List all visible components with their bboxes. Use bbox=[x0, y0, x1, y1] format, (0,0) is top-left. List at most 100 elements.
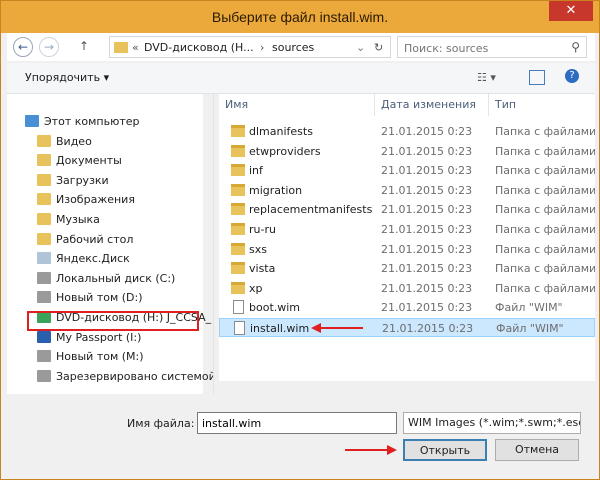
annotation-highlight-box bbox=[27, 311, 199, 331]
desktop-folder-icon bbox=[37, 232, 51, 245]
downloads-folder-icon bbox=[37, 173, 51, 186]
sidebar-item[interactable]: Документы bbox=[37, 151, 122, 171]
drive-icon bbox=[37, 350, 51, 363]
column-header-type[interactable]: Тип bbox=[489, 94, 595, 116]
folder-icon bbox=[231, 242, 245, 255]
video-folder-icon bbox=[37, 134, 51, 147]
file-date: 21.01.2015 0:23 bbox=[381, 125, 473, 138]
folder-icon bbox=[114, 42, 128, 53]
title-bar[interactable]: Выберите файл install.wim. ✕ bbox=[1, 1, 599, 33]
sidebar-item[interactable]: Зарезервировано системой bbox=[37, 367, 214, 387]
column-header-date[interactable]: Дата изменения bbox=[375, 94, 489, 116]
help-icon[interactable]: ? bbox=[565, 69, 579, 83]
close-button[interactable]: ✕ bbox=[549, 1, 593, 21]
file-date: 21.01.2015 0:23 bbox=[381, 223, 473, 236]
sidebar-item-label: Зарезервировано системой bbox=[56, 369, 214, 383]
computer-icon bbox=[25, 115, 39, 127]
file-date: 21.01.2015 0:23 bbox=[381, 301, 473, 315]
address-prefix[interactable]: « bbox=[132, 41, 139, 54]
file-row[interactable]: migration 21.01.2015 0:23 Папка с файлами bbox=[219, 181, 595, 200]
sidebar-item[interactable]: Рабочий стол bbox=[37, 230, 133, 250]
annotation-arrow-open bbox=[345, 449, 389, 451]
dropdown-chevron-icon[interactable]: ⌄ bbox=[356, 41, 365, 54]
file-type: Папка с файлами bbox=[495, 183, 595, 197]
file-row[interactable]: vista 21.01.2015 0:23 Папка с файлами bbox=[219, 259, 595, 278]
file-type: Папка с файлами bbox=[495, 281, 595, 295]
file-row[interactable]: boot.wim 21.01.2015 0:23 Файл "WIM" bbox=[219, 298, 595, 317]
file-row[interactable]: ru-ru 21.01.2015 0:23 Папка с файлами bbox=[219, 220, 595, 239]
view-options-icon[interactable]: ☷ ▾ bbox=[477, 71, 496, 84]
sidebar-item[interactable]: Видео bbox=[37, 132, 92, 152]
open-button[interactable]: Открыть bbox=[403, 439, 487, 461]
address-segment-drive[interactable]: DVD-дисковод (H... bbox=[144, 41, 254, 54]
filename-input[interactable] bbox=[197, 412, 397, 434]
sidebar-item[interactable]: Новый том (D:) bbox=[37, 288, 143, 308]
file-row[interactable]: replacementmanifests 21.01.2015 0:23 Папка… bbox=[219, 200, 595, 219]
sidebar-item-label: Загрузки bbox=[56, 173, 109, 187]
file-name: xp bbox=[249, 281, 263, 295]
file-row[interactable]: install.wim 21.01.2015 0:23 Файл "WIM" bbox=[219, 318, 595, 337]
annotation-arrowhead-file bbox=[311, 323, 321, 333]
forward-arrow-icon: → bbox=[43, 40, 55, 54]
sidebar-item-label: Новый том (D:) bbox=[56, 291, 143, 305]
file-name: migration bbox=[249, 183, 303, 197]
sidebar-item[interactable]: Локальный диск (C:) bbox=[37, 269, 175, 289]
sidebar-item-label: Рабочий стол bbox=[56, 232, 134, 246]
file-icon bbox=[233, 300, 244, 315]
folder-icon bbox=[231, 183, 245, 196]
pictures-folder-icon bbox=[37, 193, 51, 206]
filetype-select[interactable]: WIM Images (*.wim;*.swm;*.esd) bbox=[403, 412, 581, 434]
folder-icon bbox=[231, 125, 245, 137]
address-separator[interactable]: › bbox=[260, 41, 264, 54]
sidebar-item[interactable]: Этот компьютер bbox=[25, 112, 140, 132]
back-button[interactable]: ← bbox=[13, 37, 33, 57]
file-date: 21.01.2015 0:23 bbox=[382, 322, 474, 335]
navigation-pane: Этот компьютер Видео Документы Загрузки Изоб… bbox=[7, 94, 214, 394]
drive-icon bbox=[37, 291, 51, 304]
file-type: Папка с файлами bbox=[495, 125, 595, 138]
file-row[interactable]: etwproviders 21.01.2015 0:23 Папка с файла… bbox=[219, 142, 595, 161]
sidebar-item[interactable]: Музыка bbox=[37, 210, 100, 230]
file-date: 21.01.2015 0:23 bbox=[381, 281, 473, 295]
sidebar-item-label: Музыка bbox=[56, 213, 100, 226]
folder-icon bbox=[231, 203, 245, 216]
preview-pane-icon[interactable] bbox=[529, 70, 545, 85]
sidebar-item[interactable]: Яндекс.Диск bbox=[37, 249, 130, 269]
forward-button[interactable]: → bbox=[39, 37, 59, 57]
address-bar[interactable]: « DVD-дисковод (H... › sources ⌄ ↻ bbox=[109, 36, 391, 58]
file-row[interactable]: dlmanifests 21.01.2015 0:23 Папка с файлам… bbox=[219, 122, 595, 141]
organize-button[interactable]: Упорядочить ▾ bbox=[25, 71, 109, 84]
sidebar-scrollbar[interactable] bbox=[203, 94, 213, 394]
folder-icon bbox=[231, 223, 245, 235]
sidebar-item-label: Этот компьютер bbox=[44, 115, 140, 128]
sidebar-item-label: Документы bbox=[56, 154, 122, 168]
file-name: ru-ru bbox=[249, 223, 276, 236]
folder-icon bbox=[231, 144, 245, 157]
horizontal-scrollbar[interactable] bbox=[219, 381, 595, 395]
sidebar-item-label: My Passport (I:) bbox=[56, 330, 142, 344]
file-date: 21.01.2015 0:23 bbox=[381, 183, 473, 197]
toolbar: Упорядочить ▾ ☷ ▾ ? bbox=[7, 63, 595, 94]
search-input[interactable] bbox=[402, 39, 556, 57]
up-button[interactable]: ↑ bbox=[79, 39, 89, 53]
back-arrow-icon: ← bbox=[17, 40, 29, 54]
search-icon[interactable]: ⚲ bbox=[571, 40, 580, 54]
file-name: sxs bbox=[249, 242, 267, 256]
file-row[interactable]: inf 21.01.2015 0:23 Папка с файлами bbox=[219, 161, 595, 180]
file-row[interactable]: xp 21.01.2015 0:23 Папка с файлами bbox=[219, 279, 595, 298]
address-segment-folder[interactable]: sources bbox=[272, 41, 314, 54]
annotation-arrowhead-open bbox=[387, 445, 397, 455]
refresh-icon[interactable]: ↻ bbox=[374, 41, 383, 54]
sidebar-item[interactable]: Изображения bbox=[37, 190, 135, 210]
file-row[interactable]: sxs 21.01.2015 0:23 Папка с файлами bbox=[219, 240, 595, 259]
column-header-name[interactable]: Имя bbox=[219, 94, 375, 116]
sidebar-item[interactable]: Новый том (M:) bbox=[37, 347, 144, 367]
file-date: 21.01.2015 0:23 bbox=[381, 262, 473, 276]
folder-icon bbox=[231, 262, 245, 275]
cancel-button[interactable]: Отмена bbox=[495, 439, 579, 461]
search-box[interactable]: ⚲ bbox=[397, 36, 587, 58]
file-name: etwproviders bbox=[249, 144, 321, 158]
file-name: vista bbox=[249, 262, 276, 276]
sidebar-item[interactable]: Загрузки bbox=[37, 171, 109, 191]
file-type: Папка с файлами bbox=[495, 242, 595, 256]
